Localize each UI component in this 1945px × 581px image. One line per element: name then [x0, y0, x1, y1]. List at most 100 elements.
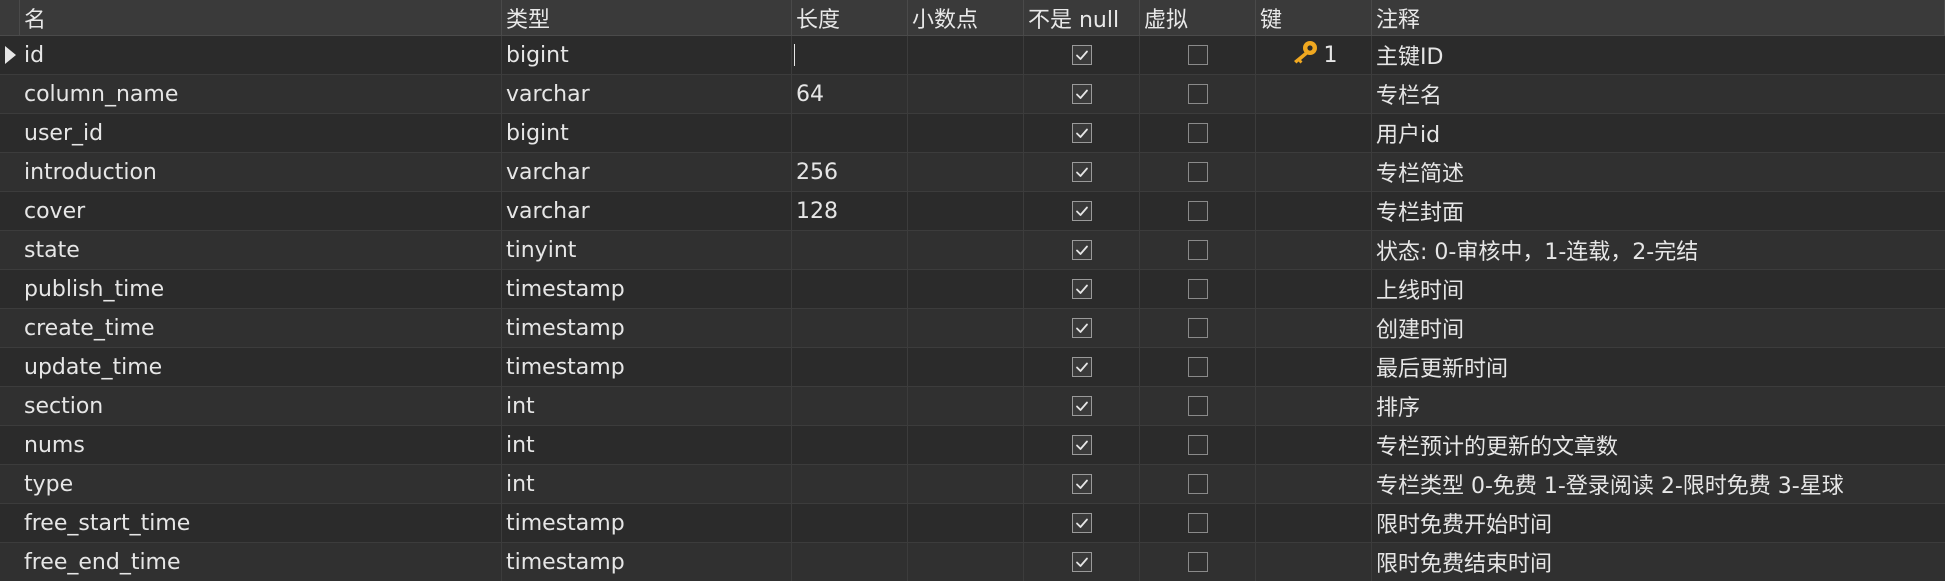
field-length-cell[interactable]	[792, 543, 908, 581]
table-row[interactable]: publish_time timestamp 上线时间	[0, 270, 1945, 309]
field-name-cell[interactable]: cover	[20, 192, 502, 230]
checkbox-unchecked-icon[interactable]	[1187, 123, 1208, 143]
field-type-cell[interactable]: timestamp	[502, 348, 792, 386]
checkbox-unchecked-icon[interactable]	[1187, 474, 1208, 494]
field-key-cell[interactable]	[1256, 465, 1372, 503]
field-name-cell[interactable]: section	[20, 387, 502, 425]
field-decimals-cell[interactable]	[908, 270, 1024, 308]
table-row[interactable]: id bigint 1 主键ID	[0, 36, 1945, 75]
header-virtual[interactable]: 虚拟	[1140, 0, 1256, 35]
field-length-cell[interactable]	[792, 36, 908, 74]
field-decimals-cell[interactable]	[908, 75, 1024, 113]
checkbox-checked-icon[interactable]	[1071, 474, 1092, 494]
field-name-cell[interactable]: type	[20, 465, 502, 503]
field-type-cell[interactable]: bigint	[502, 36, 792, 74]
field-key-cell[interactable]	[1256, 348, 1372, 386]
table-row[interactable]: type int 专栏类型 0-免费 1-登录阅读 2-限时免费 3-星球	[0, 465, 1945, 504]
field-virtual-cell[interactable]	[1140, 114, 1256, 152]
field-virtual-cell[interactable]	[1140, 153, 1256, 191]
field-not-null-cell[interactable]	[1024, 543, 1140, 581]
checkbox-unchecked-icon[interactable]	[1187, 45, 1208, 65]
field-key-cell[interactable]	[1256, 543, 1372, 581]
field-length-cell[interactable]	[792, 387, 908, 425]
field-comment-cell[interactable]: 专栏类型 0-免费 1-登录阅读 2-限时免费 3-星球	[1372, 465, 1945, 503]
checkbox-unchecked-icon[interactable]	[1187, 435, 1208, 455]
field-decimals-cell[interactable]	[908, 153, 1024, 191]
checkbox-checked-icon[interactable]	[1071, 123, 1092, 143]
header-key[interactable]: 键	[1256, 0, 1372, 35]
row-indicator-cell[interactable]	[0, 426, 20, 464]
field-key-cell[interactable]	[1256, 114, 1372, 152]
header-comment[interactable]: 注释	[1372, 0, 1945, 35]
checkbox-unchecked-icon[interactable]	[1187, 513, 1208, 533]
field-length-cell[interactable]: 128	[792, 192, 908, 230]
field-length-cell[interactable]	[792, 348, 908, 386]
field-decimals-cell[interactable]	[908, 309, 1024, 347]
field-name-cell[interactable]: free_start_time	[20, 504, 502, 542]
field-key-cell[interactable]: 1	[1256, 36, 1372, 74]
checkbox-checked-icon[interactable]	[1071, 513, 1092, 533]
table-row[interactable]: free_start_time timestamp 限时免费开始时间	[0, 504, 1945, 543]
checkbox-unchecked-icon[interactable]	[1187, 552, 1208, 572]
field-decimals-cell[interactable]	[908, 231, 1024, 269]
row-indicator-cell[interactable]	[0, 543, 20, 581]
field-virtual-cell[interactable]	[1140, 465, 1256, 503]
field-not-null-cell[interactable]	[1024, 426, 1140, 464]
field-length-cell[interactable]	[792, 465, 908, 503]
field-length-cell[interactable]: 64	[792, 75, 908, 113]
field-type-cell[interactable]: int	[502, 426, 792, 464]
field-key-cell[interactable]	[1256, 231, 1372, 269]
checkbox-checked-icon[interactable]	[1071, 84, 1092, 104]
field-type-cell[interactable]: timestamp	[502, 309, 792, 347]
field-virtual-cell[interactable]	[1140, 270, 1256, 308]
field-virtual-cell[interactable]	[1140, 504, 1256, 542]
field-virtual-cell[interactable]	[1140, 75, 1256, 113]
field-not-null-cell[interactable]	[1024, 192, 1140, 230]
field-not-null-cell[interactable]	[1024, 270, 1140, 308]
table-row[interactable]: update_time timestamp 最后更新时间	[0, 348, 1945, 387]
checkbox-checked-icon[interactable]	[1071, 240, 1092, 260]
table-row[interactable]: create_time timestamp 创建时间	[0, 309, 1945, 348]
row-indicator-cell[interactable]	[0, 504, 20, 542]
field-name-cell[interactable]: state	[20, 231, 502, 269]
field-key-cell[interactable]	[1256, 75, 1372, 113]
row-indicator-cell[interactable]	[0, 231, 20, 269]
row-indicator-cell[interactable]	[0, 270, 20, 308]
table-row[interactable]: column_name varchar 64 专栏名	[0, 75, 1945, 114]
field-comment-cell[interactable]: 状态: 0-审核中，1-连载，2-完结	[1372, 231, 1945, 269]
field-name-cell[interactable]: nums	[20, 426, 502, 464]
checkbox-checked-icon[interactable]	[1071, 435, 1092, 455]
field-key-cell[interactable]	[1256, 387, 1372, 425]
checkbox-checked-icon[interactable]	[1071, 162, 1092, 182]
field-name-cell[interactable]: publish_time	[20, 270, 502, 308]
checkbox-checked-icon[interactable]	[1071, 279, 1092, 299]
field-decimals-cell[interactable]	[908, 348, 1024, 386]
field-length-cell[interactable]	[792, 270, 908, 308]
field-comment-cell[interactable]: 创建时间	[1372, 309, 1945, 347]
field-key-cell[interactable]	[1256, 192, 1372, 230]
field-name-cell[interactable]: column_name	[20, 75, 502, 113]
field-name-cell[interactable]: introduction	[20, 153, 502, 191]
field-length-cell[interactable]	[792, 504, 908, 542]
field-decimals-cell[interactable]	[908, 426, 1024, 464]
field-length-cell[interactable]	[792, 309, 908, 347]
field-type-cell[interactable]: varchar	[502, 192, 792, 230]
field-comment-cell[interactable]: 用户id	[1372, 114, 1945, 152]
field-comment-cell[interactable]: 专栏简述	[1372, 153, 1945, 191]
field-virtual-cell[interactable]	[1140, 426, 1256, 464]
checkbox-unchecked-icon[interactable]	[1187, 396, 1208, 416]
checkbox-checked-icon[interactable]	[1071, 318, 1092, 338]
field-comment-cell[interactable]: 最后更新时间	[1372, 348, 1945, 386]
field-not-null-cell[interactable]	[1024, 75, 1140, 113]
field-decimals-cell[interactable]	[908, 543, 1024, 581]
field-type-cell[interactable]: varchar	[502, 153, 792, 191]
field-virtual-cell[interactable]	[1140, 36, 1256, 74]
field-virtual-cell[interactable]	[1140, 543, 1256, 581]
row-indicator-cell[interactable]	[0, 192, 20, 230]
field-comment-cell[interactable]: 限时免费开始时间	[1372, 504, 1945, 542]
header-length[interactable]: 长度	[792, 0, 908, 35]
field-comment-cell[interactable]: 限时免费结束时间	[1372, 543, 1945, 581]
table-row[interactable]: nums int 专栏预计的更新的文章数	[0, 426, 1945, 465]
field-decimals-cell[interactable]	[908, 387, 1024, 425]
table-row[interactable]: cover varchar 128 专栏封面	[0, 192, 1945, 231]
